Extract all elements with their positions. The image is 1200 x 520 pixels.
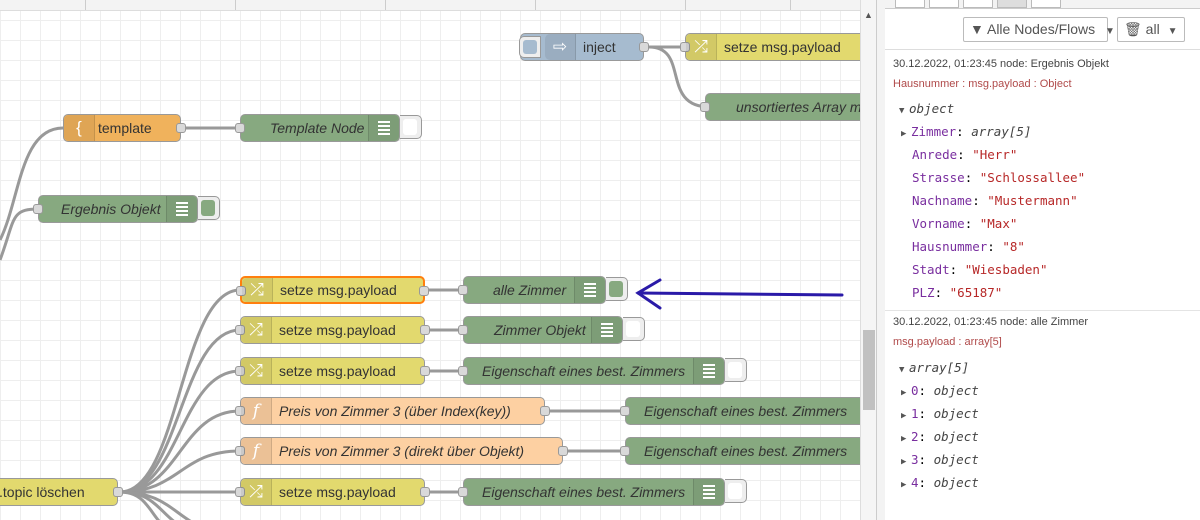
sidebar-tab[interactable] (895, 0, 925, 8)
debug-toolbar: ▼ Alle Nodes/Flows ▼ 🗑 all ▼ (885, 9, 1200, 50)
annotation-arrow-icon (635, 278, 844, 310)
tree-row[interactable]: ▶ 4: object (901, 475, 979, 490)
tree-row: PLZ: "65187" (912, 285, 1003, 300)
scroll-up-icon[interactable]: ▲ (864, 10, 873, 20)
trash-icon: 🗑 (1124, 21, 1142, 37)
collapsed-caret-icon: ▶ (901, 129, 907, 139)
debug-message: 30.12.2022, 01:23:45 node: alle Zimmer m… (885, 310, 1200, 520)
collapsed-caret-icon: ▶ (901, 411, 907, 421)
message-path: Hausnummer : msg.payload : Object (893, 78, 1072, 90)
clear-button[interactable]: 🗑 all ▼ (1117, 17, 1185, 42)
expanded-caret-icon: ▼ (899, 365, 905, 375)
collapsed-caret-icon: ▶ (901, 457, 907, 467)
workspace-scrollbar[interactable]: ▲ (860, 0, 877, 520)
scrollbar-thumb[interactable] (863, 330, 875, 410)
tree-root[interactable]: ▼ object (899, 101, 954, 116)
collapsed-caret-icon: ▶ (901, 388, 907, 398)
caret-down-icon: ▼ (1105, 26, 1115, 37)
sidebar-tab[interactable] (929, 0, 959, 8)
message-meta: 30.12.2022, 01:23:45 node: Ergebnis Obje… (893, 58, 1109, 70)
sidebar-tab[interactable] (963, 0, 993, 8)
tree-row: Vorname: "Max" (912, 216, 1018, 231)
tree-row: Hausnummer: "8" (912, 239, 1025, 254)
expanded-caret-icon: ▼ (899, 106, 905, 116)
caret-down-icon: ▼ (1167, 26, 1178, 37)
tree-row[interactable]: ▶ Zimmer: array[5] (901, 124, 1031, 139)
flow-workspace[interactable]: ⇨ inject ⤮ setze msg.payload unsortierte… (0, 0, 860, 520)
sidebar-tab[interactable] (1031, 0, 1061, 8)
message-path: msg.payload : array[5] (893, 336, 1002, 348)
tree-row: Anrede: "Herr" (912, 147, 1018, 162)
message-meta: 30.12.2022, 01:23:45 node: alle Zimmer (893, 316, 1089, 328)
tree-row: Nachname: "Mustermann" (912, 193, 1078, 208)
tree-row[interactable]: ▶ 2: object (901, 429, 979, 444)
tree-row: Stadt: "Wiesbaden" (912, 262, 1048, 277)
debug-message: 30.12.2022, 01:23:45 node: Ergebnis Obje… (885, 50, 1200, 311)
filter-label: Alle Nodes/Flows (986, 21, 1096, 37)
collapsed-caret-icon: ▶ (901, 434, 907, 444)
filter-icon: ▼ (970, 21, 984, 37)
tree-row: Strasse: "Schlossallee" (912, 170, 1086, 185)
tree-row[interactable]: ▶ 0: object (901, 383, 979, 398)
filter-button[interactable]: ▼ Alle Nodes/Flows ▼ (963, 17, 1115, 42)
sidebar-tabs (885, 0, 1200, 9)
collapsed-caret-icon: ▶ (901, 480, 907, 490)
debug-sidebar: ▼ Alle Nodes/Flows ▼ 🗑 all ▼ 30.12.2022,… (885, 0, 1200, 520)
sidebar-tab-active[interactable] (997, 0, 1027, 8)
tree-root[interactable]: ▼ array[5] (899, 360, 969, 375)
tree-row[interactable]: ▶ 1: object (901, 406, 979, 421)
tree-row[interactable]: ▶ 3: object (901, 452, 979, 467)
clear-label: all (1145, 21, 1160, 37)
